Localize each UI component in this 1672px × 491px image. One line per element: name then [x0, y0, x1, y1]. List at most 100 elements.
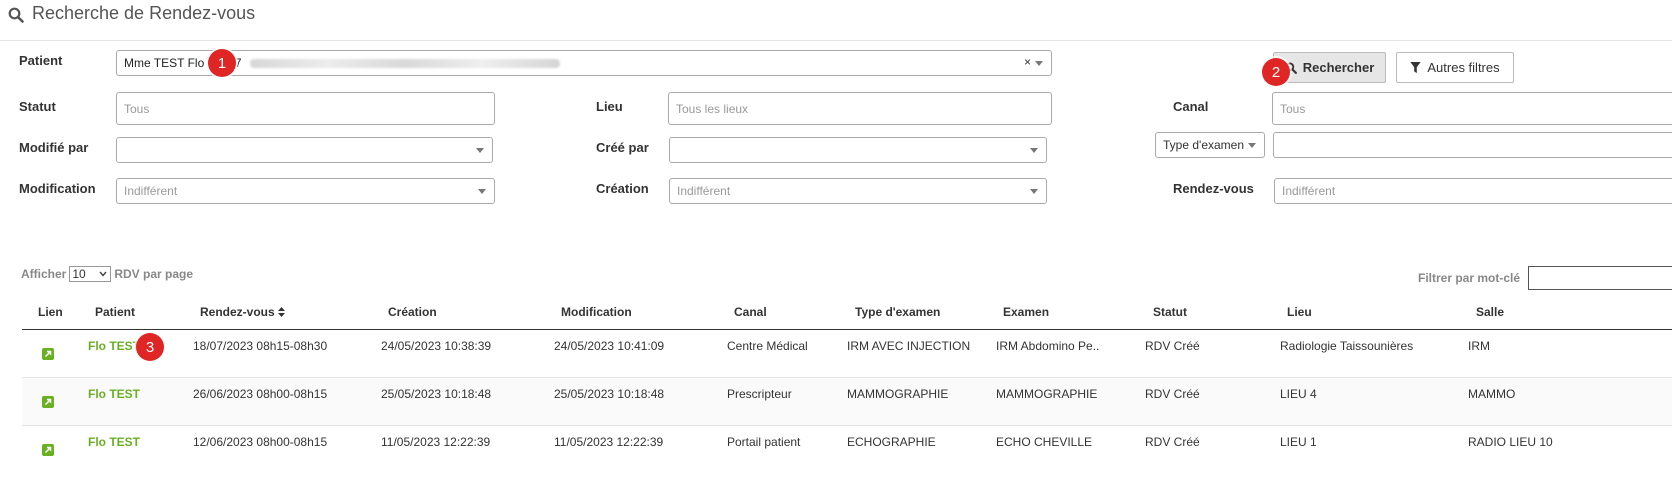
step-badge-3: 3: [136, 333, 164, 361]
patient-link[interactable]: Flo TEST: [88, 435, 140, 449]
lieu-label: Lieu: [596, 99, 623, 114]
cell-modification: 25/05/2023 10:18:48: [554, 387, 665, 401]
cell-lieu: LIEU 1: [1280, 435, 1317, 449]
open-link-icon[interactable]: [42, 348, 54, 360]
patient-link[interactable]: Flo TEST: [88, 339, 140, 353]
keyword-filter-input[interactable]: [1528, 266, 1672, 290]
col-header-examen[interactable]: Examen: [1003, 305, 1049, 319]
col-header-rendez-vous[interactable]: Rendez-vous: [200, 305, 285, 319]
chevron-down-icon[interactable]: [1030, 148, 1038, 153]
cell-salle: MAMMO: [1468, 387, 1516, 401]
cell-examen: MAMMOGRAPHIE: [996, 387, 1098, 401]
cell-type-examen: MAMMOGRAPHIE: [847, 387, 949, 401]
cell-examen: ECHO CHEVILLE: [996, 435, 1093, 449]
cell-modification: 24/05/2023 10:41:09: [554, 339, 665, 353]
rendez-vous-label: Rendez-vous: [1173, 181, 1254, 196]
cell-creation: 24/05/2023 10:38:39: [381, 339, 492, 353]
cell-rendez-vous: 26/06/2023 08h00-08h15: [193, 387, 328, 401]
cell-rendez-vous: 18/07/2023 08h15-08h30: [193, 339, 328, 353]
open-link-icon[interactable]: [42, 444, 54, 456]
page-length-select[interactable]: 10: [69, 266, 112, 282]
patient-select[interactable]: Mme TEST Flo - 1337 ×: [116, 50, 1052, 76]
cell-creation: 25/05/2023 10:18:48: [381, 387, 492, 401]
cree-par-select[interactable]: [669, 137, 1047, 163]
cell-examen: IRM Abdomino Pe..: [996, 339, 1100, 353]
search-icon: [8, 7, 24, 23]
col-header-salle[interactable]: Salle: [1476, 305, 1504, 319]
table-row[interactable]: [22, 378, 1672, 425]
search-button-label: Rechercher: [1302, 60, 1375, 75]
chevron-down-icon[interactable]: [1035, 61, 1043, 66]
creation-label: Création: [596, 181, 649, 196]
filter-label: Filtrer par mot-clé: [1418, 271, 1521, 285]
col-header-modification[interactable]: Modification: [561, 305, 632, 319]
col-header-statut[interactable]: Statut: [1153, 305, 1187, 319]
cell-type-examen: IRM AVEC INJECTION: [847, 339, 971, 353]
more-filters-label: Autres filtres: [1427, 60, 1500, 75]
col-header-creation[interactable]: Création: [388, 305, 437, 319]
chevron-down-icon[interactable]: [1030, 189, 1038, 194]
patient-label: Patient: [19, 53, 63, 68]
cell-salle: RADIO LIEU 10: [1468, 435, 1553, 449]
col-header-rendez-vous-label: Rendez-vous: [200, 305, 275, 319]
col-header-lien[interactable]: Lien: [38, 305, 63, 319]
page-length-control: Afficher 10 RDV par page: [21, 266, 193, 282]
cell-salle: IRM: [1468, 339, 1490, 353]
patient-link[interactable]: Flo TEST: [88, 387, 140, 401]
creation-select[interactable]: Indifférent: [669, 178, 1047, 204]
col-header-patient[interactable]: Patient: [95, 305, 135, 319]
col-header-lieu[interactable]: Lieu: [1287, 305, 1312, 319]
open-link-icon[interactable]: [42, 396, 54, 408]
search-button[interactable]: Rechercher: [1273, 52, 1386, 83]
cell-lieu: LIEU 4: [1280, 387, 1317, 401]
more-filters-button[interactable]: Autres filtres: [1396, 52, 1514, 83]
cell-type-examen: ECHOGRAPHIE: [847, 435, 936, 449]
cell-canal: Portail patient: [727, 435, 801, 449]
step-badge-2: 2: [1262, 58, 1290, 86]
rendez-vous-select[interactable]: Indifférent: [1274, 178, 1672, 204]
type-examen-select-label: Type d'examen: [1163, 138, 1245, 152]
canal-label: Canal: [1173, 99, 1209, 114]
step-badge-1: 1: [208, 49, 236, 77]
statut-placeholder: Tous: [124, 101, 150, 116]
filter-icon: [1410, 61, 1422, 73]
modifie-par-select[interactable]: [116, 137, 493, 163]
sort-icon: [277, 307, 285, 317]
statut-label: Statut: [19, 99, 56, 114]
cell-statut: RDV Créé: [1145, 435, 1200, 449]
cell-rendez-vous: 12/06/2023 08h00-08h15: [193, 435, 328, 449]
lieu-placeholder: Tous les lieux: [676, 101, 749, 116]
lieu-input[interactable]: Tous les lieux: [668, 92, 1052, 125]
per-page-suffix: RDV par page: [114, 267, 194, 281]
type-examen-select[interactable]: Type d'examen: [1155, 132, 1265, 158]
cree-par-label: Créé par: [596, 140, 649, 155]
redacted-patient-info: [249, 58, 560, 68]
modification-select[interactable]: Indifférent: [116, 178, 495, 204]
chevron-down-icon: [99, 271, 107, 277]
modification-label: Modification: [19, 181, 96, 196]
cell-creation: 11/05/2023 12:22:39: [381, 435, 491, 449]
page-length-value: 10: [72, 267, 86, 281]
chevron-down-icon[interactable]: [476, 148, 484, 153]
cell-statut: RDV Créé: [1145, 387, 1200, 401]
modifie-par-label: Modifié par: [19, 140, 89, 155]
cell-statut: RDV Créé: [1145, 339, 1200, 353]
cell-modification: 11/05/2023 12:22:39: [554, 435, 664, 449]
creation-value: Indifférent: [677, 184, 731, 198]
canal-placeholder: Tous: [1280, 101, 1306, 116]
canal-input[interactable]: Tous: [1272, 92, 1672, 125]
col-header-type-examen[interactable]: Type d'examen: [855, 305, 940, 319]
col-header-canal[interactable]: Canal: [734, 305, 767, 319]
statut-input[interactable]: Tous: [116, 92, 495, 125]
type-examen-input[interactable]: [1273, 132, 1672, 158]
chevron-down-icon[interactable]: [1248, 143, 1256, 148]
cell-canal: Centre Médical: [727, 339, 808, 353]
chevron-down-icon[interactable]: [478, 189, 486, 194]
table-row[interactable]: [22, 330, 1672, 377]
rendez-vous-value: Indifférent: [1282, 184, 1336, 198]
clear-icon[interactable]: ×: [1024, 55, 1031, 69]
show-label: Afficher: [21, 267, 67, 281]
page-title: Recherche de Rendez-vous: [32, 3, 256, 23]
cell-lieu: Radiologie Taissounières: [1280, 339, 1414, 353]
cell-canal: Prescripteur: [727, 387, 792, 401]
